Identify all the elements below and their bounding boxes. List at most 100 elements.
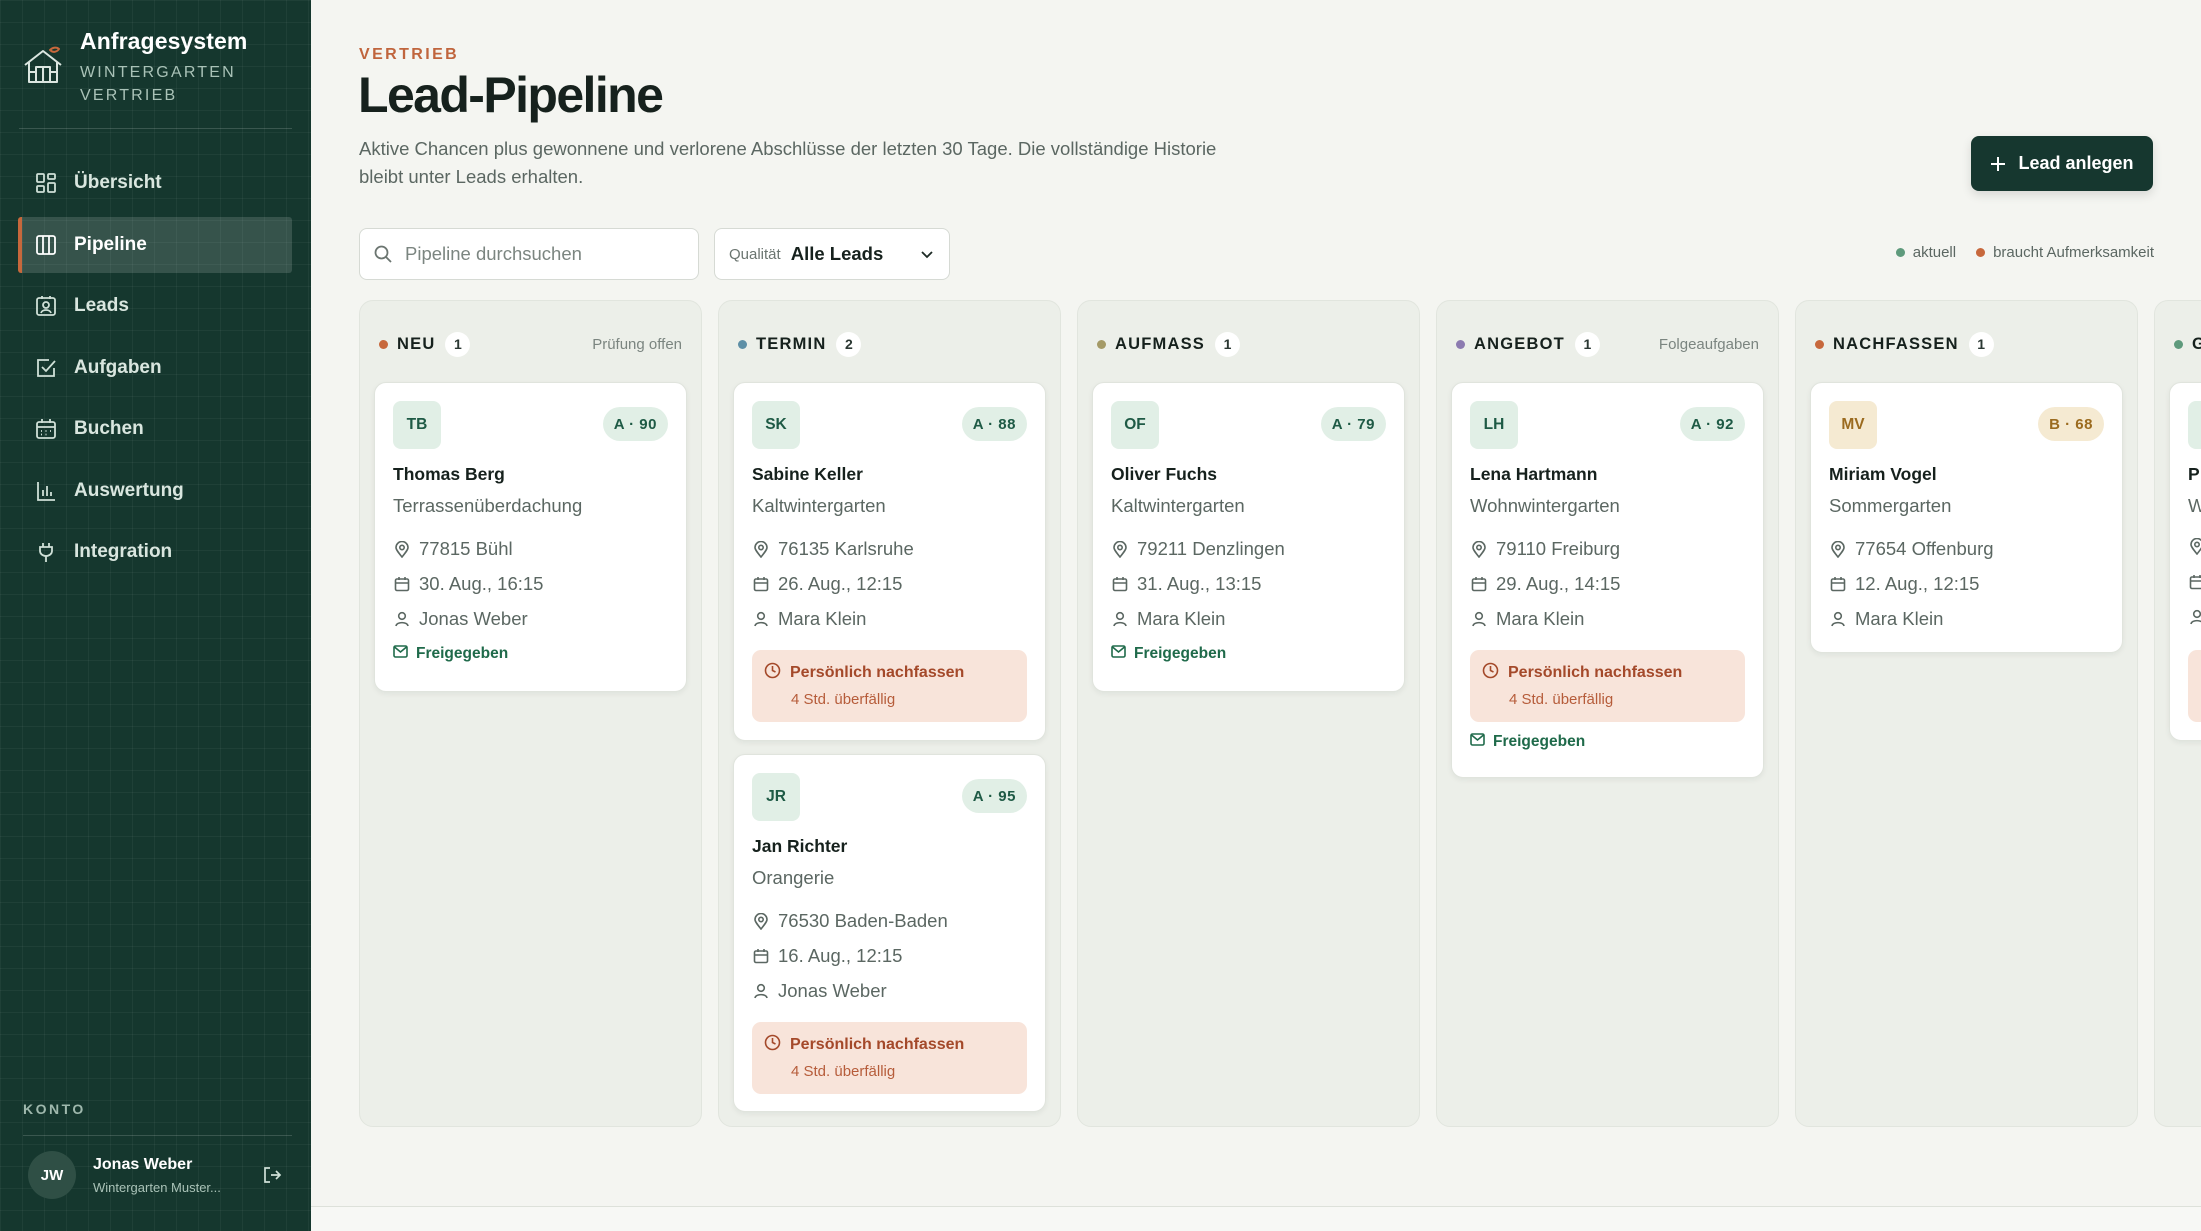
lead-name: Sabine Keller — [752, 464, 863, 484]
lead-product: Kaltwintergarten — [1111, 495, 1245, 516]
lead-name: Lena Hartmann — [1470, 464, 1598, 484]
lead-name: Jan Richter — [752, 836, 848, 856]
map-pin-icon — [752, 540, 769, 558]
legend-dot — [1976, 248, 1986, 257]
lead-owner: Jonas Weber — [752, 980, 887, 1002]
search-input[interactable] — [405, 243, 675, 265]
lead-score-badge: A · 92 — [1679, 407, 1745, 441]
add-lead-label: Lead anlegen — [2018, 153, 2134, 173]
add-lead-button[interactable]: Lead anlegen — [1971, 136, 2153, 191]
main-nav: Übersicht Pipeline Leads Aufgaben Buchen — [18, 155, 292, 586]
column-dot — [2174, 339, 2183, 349]
quality-value: Alle Leads — [790, 243, 884, 264]
user-icon — [393, 611, 410, 628]
follow-up-alert: Persönlich nachfassen 4 Std. überfällig — [1470, 650, 1745, 722]
calendar-icon — [1829, 576, 1846, 593]
column-count: 1 — [1574, 331, 1600, 357]
plus-icon — [1991, 156, 2006, 171]
calendar-icon — [1470, 576, 1487, 593]
nav-item-uebersicht[interactable]: Übersicht — [18, 155, 292, 211]
lead-owner: Mara Klein — [1111, 608, 1225, 630]
mail-icon — [393, 645, 408, 663]
column-count: 2 — [836, 331, 862, 357]
lead-initials: JR — [752, 773, 800, 821]
column-count: 1 — [445, 331, 471, 357]
lead-card[interactable]: MV B · 68 Miriam Vogel Sommergarten 7765… — [1810, 382, 2123, 653]
lead-score-badge: A · 95 — [961, 779, 1027, 813]
nav-item-buchen[interactable]: Buchen — [18, 401, 292, 457]
quality-select[interactable]: Qualität Alle Leads — [714, 228, 950, 280]
column-note: Folgeaufgaben — [1658, 335, 1759, 353]
lead-location: 76530 Baden-Baden — [752, 910, 948, 932]
lead-card[interactable]: SK A · 88 Sabine Keller Kaltwintergarten… — [733, 382, 1046, 741]
column-title: ANGEBOT — [1474, 334, 1565, 353]
lead-product: W — [2188, 495, 2201, 516]
map-pin-icon — [1829, 540, 1846, 558]
page-title: Lead-Pipeline — [358, 67, 664, 123]
columns-icon — [34, 233, 58, 257]
search-box — [359, 228, 699, 280]
nav-item-leads[interactable]: Leads — [18, 278, 292, 334]
lead-location: 79211 Denzlingen — [1111, 538, 1285, 560]
lead-name: Thomas Berg — [393, 464, 505, 484]
column-header: TERMIN 2 — [738, 331, 1041, 357]
nav-item-auswertung[interactable]: Auswertung — [18, 463, 292, 519]
column-count: 1 — [1968, 331, 1994, 357]
lead-date: 12. Aug., 12:15 — [1829, 573, 1979, 595]
nav-label: Leads — [74, 295, 129, 316]
legend-label: braucht Aufmerksamkeit — [1993, 244, 2154, 261]
lead-product: Kaltwintergarten — [752, 495, 886, 516]
map-pin-icon — [752, 912, 769, 930]
column-neu: NEU 1 Prüfung offen TB A · 90 Thomas Ber… — [359, 300, 702, 1127]
nav-item-aufgaben[interactable]: Aufgaben — [18, 340, 292, 396]
mail-icon — [1470, 733, 1485, 751]
user-icon — [1829, 611, 1846, 628]
nav-item-pipeline[interactable]: Pipeline — [18, 216, 292, 273]
column-dot — [1097, 339, 1106, 349]
app-subtitle: WINTERGARTEN VERTRIEB — [80, 64, 236, 104]
mail-icon — [1111, 645, 1126, 663]
legend-dot — [1895, 248, 1905, 257]
lead-card[interactable]: LH A · 92 Lena Hartmann Wohnwintergarten… — [1451, 382, 1764, 778]
lead-location: 77654 Offenburg — [1829, 538, 1994, 560]
avatar[interactable]: JW — [28, 1151, 76, 1199]
lead-card[interactable]: TB A · 90 Thomas Berg Terrassenüberdachu… — [374, 382, 687, 692]
contact-icon — [34, 294, 58, 318]
column-header: ANGEBOT 1 Folgeaufgaben — [1456, 331, 1759, 357]
lead-card[interactable]: OF A · 79 Oliver Fuchs Kaltwintergarten … — [1092, 382, 1405, 692]
sidebar: Anfragesystem WINTERGARTEN VERTRIEB Über… — [0, 0, 311, 1231]
nav-label: Integration — [74, 541, 173, 562]
nav-item-integration[interactable]: Integration — [18, 524, 292, 580]
nav-label: Aufgaben — [74, 356, 162, 378]
lead-status: Freigegeben — [1470, 733, 1585, 751]
user-icon — [1111, 611, 1128, 628]
account-org: Wintergarten Muster... — [93, 1179, 221, 1195]
follow-up-alert: Persönlich nachfassen 4 Std. überfällig — [752, 1022, 1027, 1094]
map-pin-icon — [2188, 538, 2201, 555]
column-termin: TERMIN 2 SK A · 88 Sabine Keller Kaltwin… — [718, 300, 1061, 1127]
quality-label: Qualität — [729, 245, 781, 263]
lead-card[interactable]: P W — [2169, 382, 2201, 741]
lead-owner: Mara Klein — [1829, 608, 1943, 630]
lead-score-badge: A · 90 — [602, 407, 668, 441]
column-dot — [379, 339, 388, 349]
lead-status: Freigegeben — [393, 645, 508, 663]
sidebar-divider — [19, 128, 292, 129]
lead-card[interactable]: JR A · 95 Jan Richter Orangerie 76530 Ba… — [733, 754, 1046, 1112]
column-header: AUFMASS 1 — [1097, 331, 1400, 357]
lead-product: Wohnwintergarten — [1470, 495, 1620, 516]
nav-label: Übersicht — [74, 172, 162, 193]
column-nachfassen: NACHFASSEN 1 MV B · 68 Miriam Vogel Somm… — [1795, 300, 2138, 1127]
search-icon — [374, 245, 392, 263]
bar-chart-icon — [34, 479, 58, 503]
footer — [311, 1207, 2201, 1231]
lead-product: Sommergarten — [1829, 495, 1952, 516]
column-title: NEU — [397, 334, 436, 353]
lead-product: Orangerie — [752, 867, 835, 888]
lead-initials: SK — [752, 401, 800, 449]
follow-up-alert: Persönlich nachfassen 4 Std. überfällig — [752, 650, 1027, 722]
column-count: 1 — [1214, 331, 1240, 357]
logout-button[interactable] — [258, 1161, 286, 1189]
lead-location: 79110 Freiburg — [1470, 538, 1620, 560]
lead-name: Oliver Fuchs — [1111, 464, 1218, 484]
